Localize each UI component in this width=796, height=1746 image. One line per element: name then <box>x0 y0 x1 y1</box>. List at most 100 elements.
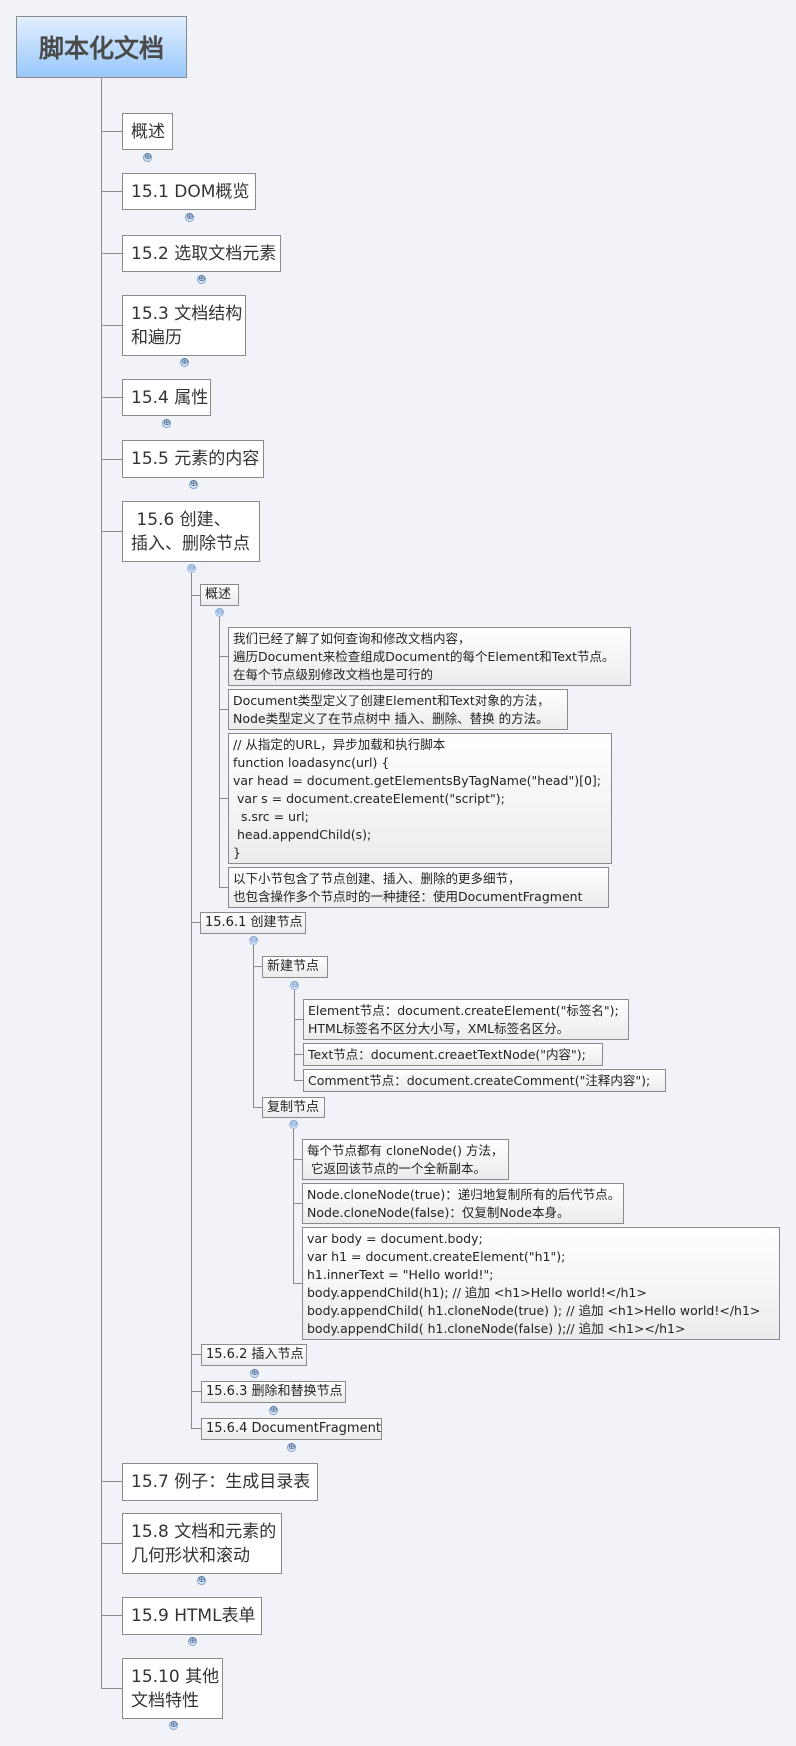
branch-line <box>219 887 228 888</box>
note-line: var s = document.createElement("script")… <box>233 790 505 806</box>
note-element-node: Element节点：document.createElement("标签名");… <box>303 999 629 1040</box>
expand-icon[interactable]: ⊕ <box>250 1369 259 1378</box>
note-line: 也包含操作多个节点时的一种捷径：使用DocumentFragment <box>233 888 583 904</box>
expand-icon[interactable]: ⊕ <box>188 1637 197 1646</box>
subtopic-new-node[interactable]: 新建节点 <box>262 956 328 978</box>
note-line: HTML标签名不区分大小写，XML标签名区分。 <box>308 1020 570 1036</box>
main-trunk-line <box>101 78 102 1689</box>
expand-icon[interactable]: ⊕ <box>143 153 152 162</box>
subtopic-overview[interactable]: 概述 <box>200 584 239 606</box>
collapse-icon[interactable]: ⊖ <box>290 981 299 990</box>
note-line: } <box>233 844 241 860</box>
note-line: var h1 = document.createElement("h1"); <box>307 1248 566 1264</box>
subtopic-15-6-3[interactable]: 15.6.3 删除和替换节点 <box>201 1381 346 1403</box>
topic-15-7[interactable]: 15.7 例子：生成目录表 <box>122 1463 318 1501</box>
branch-line <box>253 966 262 967</box>
collapse-icon[interactable]: ⊖ <box>187 564 196 573</box>
branch-line <box>101 1615 122 1616</box>
root-topic[interactable]: 脚本化文档 <box>16 16 187 78</box>
note-line: s.src = url; <box>233 808 309 824</box>
note-line: var head = document.getElementsByTagName… <box>233 772 602 788</box>
branch-line <box>294 1019 303 1020</box>
topic-15-3[interactable]: 15.3 文档结构 和遍历 <box>122 295 246 356</box>
branch-line <box>101 459 122 460</box>
sub-trunk-line <box>191 573 192 1429</box>
note-line: Node类型定义了在节点树中 插入、删除、替换 的方法。 <box>233 710 549 726</box>
sub-trunk-line <box>294 990 295 1080</box>
branch-line <box>101 131 122 132</box>
branch-line <box>219 656 228 657</box>
branch-line <box>293 1159 302 1160</box>
branch-line <box>293 1203 302 1204</box>
branch-line <box>101 1688 122 1689</box>
note-overview-code: // 从指定的URL，异步加载和执行脚本 function loadasync(u… <box>228 733 612 864</box>
expand-icon[interactable]: ⊕ <box>189 480 198 489</box>
topic-15-5[interactable]: 15.5 元素的内容 <box>122 440 264 478</box>
branch-line <box>219 798 228 799</box>
collapse-icon[interactable]: ⊖ <box>249 936 258 945</box>
note-line: Node.cloneNode(true)：递归地复制所有的后代节点。 <box>307 1186 621 1202</box>
branch-line <box>101 191 122 192</box>
note-line: 我们已经了解了如何查询和修改文档内容， <box>233 630 471 646</box>
branch-line <box>101 325 122 326</box>
topic-15-10[interactable]: 15.10 其他 文档特性 <box>122 1658 223 1719</box>
branch-line <box>191 1428 201 1429</box>
topic-15-1[interactable]: 15.1 DOM概览 <box>122 173 256 210</box>
note-overview-2: Document类型定义了创建Element和Text对象的方法， Node类型定… <box>228 689 568 730</box>
expand-icon[interactable]: ⊕ <box>162 419 171 428</box>
branch-line <box>101 1481 122 1482</box>
branch-line <box>191 595 200 596</box>
subtopic-15-6-4[interactable]: 15.6.4 DocumentFragment <box>201 1418 382 1440</box>
note-line: head.appendChild(s); <box>233 826 372 842</box>
topic-overview[interactable]: 概述 <box>122 113 173 150</box>
subtopic-clone-node[interactable]: 复制节点 <box>262 1097 325 1118</box>
note-line: body.appendChild( h1.cloneNode(true) ); … <box>307 1302 761 1318</box>
branch-line <box>253 1107 262 1108</box>
sub-trunk-line <box>253 945 254 1107</box>
expand-icon[interactable]: ⊕ <box>169 1721 178 1730</box>
note-line: Element节点：document.createElement("标签名"); <box>308 1002 619 1018</box>
collapse-icon[interactable]: ⊖ <box>289 1120 298 1129</box>
note-line: 每个节点都有 cloneNode() 方法， <box>307 1142 504 1158</box>
expand-icon[interactable]: ⊕ <box>185 213 194 222</box>
branch-line <box>101 1543 122 1544</box>
topic-15-4[interactable]: 15.4 属性 <box>122 379 211 416</box>
subtopic-15-6-2[interactable]: 15.6.2 插入节点 <box>201 1344 307 1366</box>
topic-15-2[interactable]: 15.2 选取文档元素 <box>122 235 281 272</box>
subtopic-15-6-1[interactable]: 15.6.1 创建节点 <box>200 912 306 934</box>
branch-line <box>101 397 122 398</box>
expand-icon[interactable]: ⊕ <box>197 275 206 284</box>
branch-line <box>294 1080 303 1081</box>
note-clone-1: 每个节点都有 cloneNode() 方法， 它返回该节点的一个全新副本。 <box>302 1139 509 1180</box>
branch-line <box>191 1354 201 1355</box>
collapse-icon[interactable]: ⊖ <box>215 608 224 617</box>
branch-line <box>293 1283 302 1284</box>
sub-trunk-line <box>293 1129 294 1283</box>
note-line: Text节点：document.creaetTextNode("内容"); <box>308 1046 586 1062</box>
note-clone-2: Node.cloneNode(true)：递归地复制所有的后代节点。 Node.c… <box>302 1183 624 1224</box>
branch-line <box>191 1391 201 1392</box>
note-line: Node.cloneNode(false)：仅复制Node本身。 <box>307 1204 570 1220</box>
branch-line <box>101 531 122 532</box>
note-clone-code: var body = document.body; var h1 = docume… <box>302 1227 780 1340</box>
expand-icon[interactable]: ⊕ <box>180 358 189 367</box>
note-line: 它返回该节点的一个全新副本。 <box>307 1160 486 1176</box>
sub-trunk-line <box>219 617 220 887</box>
note-line: body.appendChild(h1); // 追加 <h1>Hello wo… <box>307 1284 647 1300</box>
expand-icon[interactable]: ⊕ <box>269 1406 278 1415</box>
branch-line <box>219 709 228 710</box>
note-overview-3: 以下小节包含了节点创建、插入、删除的更多细节， 也包含操作多个节点时的一种捷径：使… <box>228 867 609 908</box>
branch-line <box>101 253 122 254</box>
topic-15-6[interactable]: 15.6 创建、 插入、删除节点 <box>122 501 260 562</box>
topic-15-8[interactable]: 15.8 文档和元素的 几何形状和滚动 <box>122 1513 282 1574</box>
expand-icon[interactable]: ⊕ <box>197 1576 206 1585</box>
expand-icon[interactable]: ⊕ <box>287 1443 296 1452</box>
topic-15-9[interactable]: 15.9 HTML表单 <box>122 1597 262 1635</box>
note-text-node: Text节点：document.creaetTextNode("内容"); <box>303 1043 603 1066</box>
note-line: // 从指定的URL，异步加载和执行脚本 <box>233 736 446 752</box>
note-line: 以下小节包含了节点创建、插入、删除的更多细节， <box>233 870 521 886</box>
note-line: function loadasync(url) { <box>233 754 390 770</box>
branch-line <box>294 1054 303 1055</box>
note-line: h1.innerText = "Hello world!"; <box>307 1266 494 1282</box>
note-line: var body = document.body; <box>307 1230 483 1246</box>
